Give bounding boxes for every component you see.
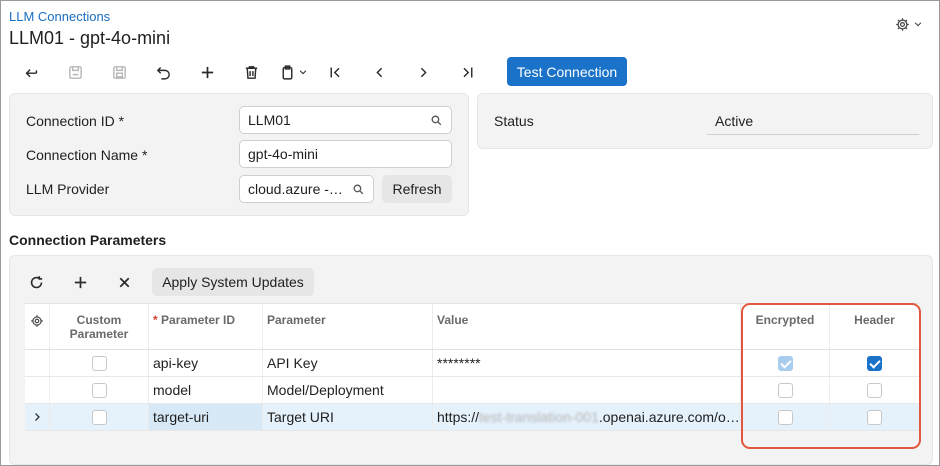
grid-add-button[interactable] bbox=[65, 267, 95, 297]
save-button[interactable] bbox=[97, 57, 141, 87]
page-settings-button[interactable] bbox=[895, 14, 927, 34]
grid-refresh-button[interactable] bbox=[21, 267, 51, 297]
test-connection-button[interactable]: Test Connection bbox=[507, 57, 627, 86]
column-header-custom-parameter[interactable]: Custom Parameter bbox=[50, 304, 149, 349]
row-selector[interactable] bbox=[25, 377, 50, 403]
parameter-cell[interactable]: Target URI bbox=[263, 404, 433, 430]
column-header-parameter[interactable]: Parameter bbox=[263, 304, 433, 349]
custom-parameter-checkbox[interactable] bbox=[91, 382, 107, 398]
add-icon bbox=[201, 66, 213, 78]
connection-id-value: LLM01 bbox=[248, 112, 291, 128]
column-header-parameter-id[interactable]: * Parameter ID bbox=[149, 304, 263, 349]
connection-name-label-text: Connection Name bbox=[26, 147, 139, 163]
refresh-icon bbox=[30, 275, 42, 288]
status-panel: Status Active bbox=[477, 93, 933, 149]
connection-id-field[interactable]: LLM01 bbox=[239, 106, 452, 134]
parameter-id-cell[interactable]: api-key bbox=[149, 350, 263, 376]
grid-toolbar: Apply System Updates bbox=[21, 267, 314, 297]
parameter-cell[interactable]: API Key bbox=[263, 350, 433, 376]
add-icon bbox=[74, 276, 86, 288]
status-underline bbox=[707, 134, 919, 135]
required-mark: * bbox=[141, 147, 148, 163]
chevron-right-icon bbox=[35, 413, 40, 421]
main-toolbar bbox=[9, 57, 489, 87]
page-title: LLM01 - gpt-4o-mini bbox=[9, 28, 171, 48]
value-cell[interactable] bbox=[433, 377, 741, 403]
column-header-value[interactable]: Value bbox=[433, 304, 741, 349]
add-button[interactable] bbox=[185, 57, 229, 87]
last-record-button[interactable] bbox=[445, 57, 489, 87]
connection-id-label-text: Connection ID bbox=[26, 113, 115, 129]
highlight-annotation bbox=[741, 303, 921, 449]
first-icon bbox=[330, 67, 340, 77]
connection-form-panel: Connection ID * LLM01 Connection Name * … bbox=[9, 93, 469, 216]
undo-icon bbox=[156, 66, 170, 80]
parameter-id-cell[interactable]: model bbox=[149, 377, 263, 403]
value-prefix: https:// bbox=[437, 409, 480, 425]
save-draft-icon bbox=[68, 65, 82, 79]
connection-parameters-title: Connection Parameters bbox=[9, 232, 167, 248]
search-icon[interactable] bbox=[430, 114, 443, 127]
custom-parameter-cell bbox=[50, 404, 149, 430]
connection-name-label: Connection Name * bbox=[26, 147, 147, 163]
custom-parameter-checkbox[interactable] bbox=[91, 355, 107, 371]
save-icon bbox=[112, 65, 126, 79]
chevron-down-icon bbox=[299, 70, 306, 75]
connection-name-field[interactable]: gpt-4o-mini bbox=[239, 140, 452, 168]
column-settings-button[interactable] bbox=[25, 304, 50, 349]
custom-parameter-cell bbox=[50, 350, 149, 376]
custom-parameter-checkbox[interactable] bbox=[91, 409, 107, 425]
next-icon bbox=[420, 67, 427, 77]
gear-icon bbox=[896, 17, 909, 31]
copy-paste-icon bbox=[282, 64, 292, 80]
parameter-cell[interactable]: Model/Deployment bbox=[263, 377, 433, 403]
value-cell[interactable]: ******** bbox=[433, 350, 741, 376]
refresh-button[interactable]: Refresh bbox=[382, 175, 452, 203]
last-icon bbox=[462, 67, 472, 77]
custom-parameter-cell bbox=[50, 377, 149, 403]
connection-id-label: Connection ID * bbox=[26, 113, 124, 129]
copy-paste-button[interactable] bbox=[273, 57, 313, 87]
column-header-parameter-id-text: Parameter ID bbox=[161, 313, 236, 327]
status-value: Active bbox=[715, 113, 754, 129]
llm-provider-field[interactable]: cloud.azure -… bbox=[239, 175, 374, 203]
previous-record-button[interactable] bbox=[357, 57, 401, 87]
undo-button[interactable] bbox=[141, 57, 185, 87]
parameter-id-cell-active[interactable]: target-uri bbox=[149, 404, 263, 430]
status-label: Status bbox=[494, 113, 534, 129]
row-expand-button[interactable] bbox=[25, 404, 50, 430]
required-mark: * bbox=[153, 313, 158, 327]
search-icon[interactable] bbox=[352, 183, 365, 196]
first-record-button[interactable] bbox=[313, 57, 357, 87]
llm-provider-label: LLM Provider bbox=[26, 181, 110, 197]
connection-name-value: gpt-4o-mini bbox=[248, 146, 319, 162]
row-selector[interactable] bbox=[25, 350, 50, 376]
breadcrumb[interactable]: LLM Connections bbox=[9, 9, 110, 24]
value-redacted: test-translation-001 bbox=[479, 409, 599, 425]
save-draft-button[interactable] bbox=[53, 57, 97, 87]
chevron-down-icon bbox=[914, 22, 922, 27]
required-mark: * bbox=[118, 113, 125, 129]
value-cell[interactable]: https://test-translation-001 .openai.azur… bbox=[433, 404, 741, 430]
apply-system-updates-button[interactable]: Apply System Updates bbox=[152, 268, 314, 296]
value-suffix: .openai.azure.com/o… bbox=[598, 409, 740, 425]
grid-delete-button[interactable] bbox=[109, 267, 139, 297]
previous-icon bbox=[375, 67, 382, 77]
llm-provider-value: cloud.azure -… bbox=[248, 181, 343, 197]
back-button[interactable] bbox=[9, 57, 53, 87]
back-icon bbox=[25, 68, 37, 77]
delete-button[interactable] bbox=[229, 57, 273, 87]
delete-icon bbox=[245, 65, 257, 79]
next-record-button[interactable] bbox=[401, 57, 445, 87]
close-icon bbox=[119, 277, 129, 287]
gear-icon bbox=[31, 315, 43, 327]
